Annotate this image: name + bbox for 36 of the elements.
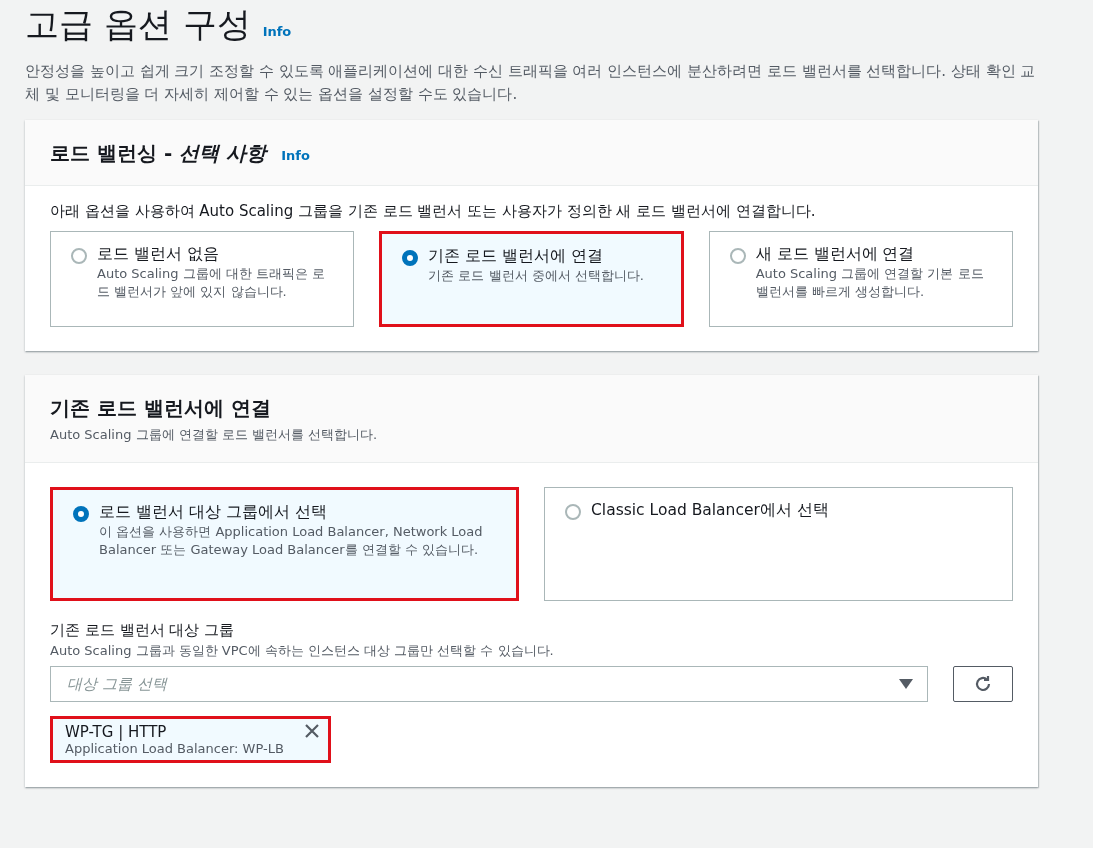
info-link[interactable]: Info	[281, 148, 310, 163]
page-title: 고급 옵션 구성	[25, 3, 251, 46]
radio-tile[interactable]: 기존 로드 밸런서에 연결 기존 로드 밸런서 중에서 선택합니다.	[379, 231, 684, 327]
option-description: 이 옵션을 사용하면 Application Load Balancer, Network Load Balancer 또는 Gateway Load Balancer를 연결할 수 있습니다.	[99, 523, 484, 559]
option-description: Auto Scaling 그룹에 연결할 기본 로드 밸런서를 빠르게 생성합니다.	[755, 265, 985, 301]
radio-tile[interactable]: 새 로드 밸런서에 연결 Auto Scaling 그룹에 연결할 기본 로드 밸런서를 빠르게 생성합니다.	[708, 231, 1013, 327]
option-label: 새 로드 밸런서에 연결	[755, 244, 916, 265]
field-label: 기존 로드 밸런서 대상 그룹	[50, 621, 236, 640]
radio-button[interactable]	[73, 506, 89, 522]
radio-tile[interactable]: 로드 밸런서 대상 그룹에서 선택 이 옵션을 사용하면 Application Load Balancer, Network Load Balancer 또는 Gateway Load Balancer를 연결할 수 있습니다.	[50, 487, 519, 601]
section-title: 로드 밸런싱 - 선택 사항	[50, 141, 267, 165]
option-label: 로드 밸런서 대상 그룹에서 선택	[99, 502, 328, 523]
radio-tile[interactable]: 로드 밸런서 없음 Auto Scaling 그룹에 대한 트래픽은 로드 밸런서가 앞에 있지 않습니다.	[50, 231, 355, 327]
refresh-button[interactable]	[953, 666, 1013, 702]
section-subtitle: Auto Scaling 그룹에 연결할 로드 밸런서를 선택합니다.	[50, 426, 379, 444]
radio-button[interactable]	[71, 248, 87, 264]
radio-button[interactable]	[402, 250, 419, 266]
option-label: 기존 로드 밸런서에 연결	[428, 246, 605, 267]
caret-icon	[899, 679, 913, 689]
token-title: WP-TG | HTTP	[65, 723, 168, 741]
radio-button[interactable]	[729, 248, 746, 264]
token-subtitle: Application Load Balancer: WP-LB	[65, 741, 284, 756]
option-label: Classic Load Balancer에서 선택	[591, 500, 829, 521]
option-label: 로드 밸런서 없음	[97, 244, 220, 265]
close-button[interactable]	[303, 723, 320, 739]
page-description: 안정성을 높이고 쉽게 크기 조정할 수 있도록 애플리케이션에 대한 수신 트래픽을 여러 인스턴스에 분산하려면 로드 밸런서를 선택합니다. 상태 확인 교체 및 모니터링을 더 자세히 제어할 수 있는 옵션을 설정할 수도 있습니다.	[25, 61, 1037, 105]
field-hint: Auto Scaling 그룹과 동일한 VPC에 속하는 인스턴스 대상 그룹만 선택할 수 있습니다.	[50, 642, 555, 660]
section-title: 기존 로드 밸런서에 연결	[50, 396, 271, 420]
option-description: Auto Scaling 그룹에 대한 트래픽은 로드 밸런서가 앞에 있지 않습니다.	[97, 265, 326, 301]
refresh-icon	[973, 674, 993, 694]
section-description: 아래 옵션을 사용하여 Auto Scaling 그룹을 기존 로드 밸런서 또는 사용자가 정의한 새 로드 밸런서에 연결합니다.	[50, 202, 817, 221]
info-link[interactable]: Info	[262, 24, 292, 39]
radio-tile[interactable]: Classic Load Balancer에서 선택	[544, 487, 1013, 601]
radio-button[interactable]	[565, 504, 581, 520]
close-icon	[303, 723, 320, 739]
option-description: 기존 로드 밸런서 중에서 선택합니다.	[428, 267, 644, 285]
